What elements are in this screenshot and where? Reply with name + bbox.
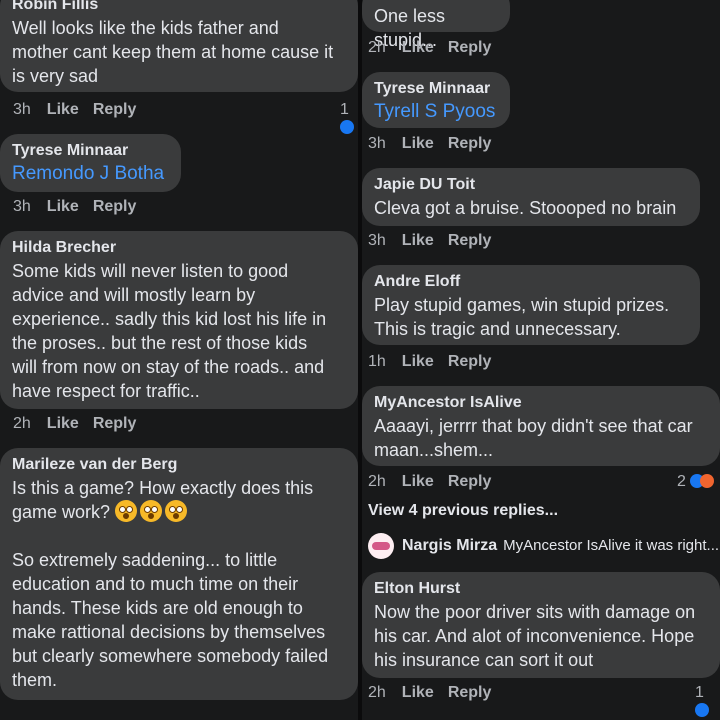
comment-text: Cleva got a bruise. Stoooped no brain bbox=[374, 198, 677, 218]
like-button[interactable]: Like bbox=[47, 198, 79, 215]
comment-text: Some kids will never listen to good advi… bbox=[12, 261, 327, 401]
comment-author[interactable]: Hilda Brecher bbox=[12, 237, 346, 259]
comment-actions: 3h Like Reply bbox=[368, 232, 505, 250]
comment-time[interactable]: 3h bbox=[13, 198, 31, 215]
comment-time[interactable]: 2h bbox=[368, 473, 386, 490]
comment-actions: 3h Like Reply bbox=[13, 101, 150, 119]
reaction-count-value: 2 bbox=[677, 473, 686, 490]
reply-button[interactable]: Reply bbox=[93, 198, 137, 215]
comment-actions: 3h Like Reply bbox=[13, 198, 150, 216]
comment-bubble: Tyrese Minnaar Remondo J Botha bbox=[0, 134, 181, 192]
comment-text: Aaaayi, jerrrr that boy didn't see that … bbox=[374, 416, 693, 460]
reply-button[interactable]: Reply bbox=[93, 415, 137, 432]
like-button[interactable]: Like bbox=[402, 232, 434, 249]
like-reaction-icon bbox=[340, 120, 354, 134]
reply-button[interactable]: Reply bbox=[448, 684, 492, 701]
comment-bubble: MyAncestor IsAlive Aaaayi, jerrrr that b… bbox=[362, 386, 720, 466]
reply-button[interactable]: Reply bbox=[448, 473, 492, 490]
view-previous-replies-link[interactable]: View 4 previous replies... bbox=[368, 502, 558, 520]
like-button[interactable]: Like bbox=[47, 101, 79, 118]
comment-text: So extremely saddening... to little educ… bbox=[12, 550, 329, 690]
comment-time[interactable]: 3h bbox=[368, 135, 386, 152]
comment-author[interactable]: Elton Hurst bbox=[374, 578, 708, 600]
comment-bubble: Elton Hurst Now the poor driver sits wit… bbox=[362, 572, 720, 678]
comment-author[interactable]: Andre Eloff bbox=[374, 271, 688, 293]
comment-actions: 2h Like Reply bbox=[368, 39, 505, 57]
flushed-face-emoji-icon bbox=[165, 500, 188, 522]
like-button[interactable]: Like bbox=[47, 415, 79, 432]
mention-link[interactable]: Tyrell S Pyoos bbox=[374, 100, 498, 124]
reaction-count[interactable]: 1 bbox=[695, 684, 720, 720]
reply-button[interactable]: Reply bbox=[448, 353, 492, 370]
comment-bubble: Marileze van der Berg Is this a game? Ho… bbox=[0, 448, 358, 700]
reply-button[interactable]: Reply bbox=[448, 39, 492, 56]
comment-time[interactable]: 2h bbox=[368, 39, 386, 56]
comment-author[interactable]: MyAncestor IsAlive bbox=[374, 392, 708, 414]
right-comment-column: One less stupid... 2h Like Reply Tyrese Mi… bbox=[362, 0, 720, 720]
mention-link[interactable]: Remondo J Botha bbox=[12, 162, 169, 186]
comment-text: game work? bbox=[12, 500, 346, 524]
comment-time[interactable]: 3h bbox=[368, 232, 386, 249]
comment-actions: 2h Like Reply bbox=[368, 473, 505, 491]
reply-button[interactable]: Reply bbox=[448, 135, 492, 152]
comment-actions: 3h Like Reply bbox=[368, 135, 505, 153]
comment-text: Play stupid games, win stupid prizes. Th… bbox=[374, 295, 670, 339]
comment-author[interactable]: Robin Fillis bbox=[12, 0, 346, 16]
comment-text: Is this a game? How exactly does this bbox=[12, 478, 314, 498]
comment-bubble: Andre Eloff Play stupid games, win stupi… bbox=[362, 265, 700, 345]
comment-time[interactable]: 2h bbox=[13, 415, 31, 432]
left-comment-column: Robin Fillis Well looks like the kids fa… bbox=[0, 0, 358, 720]
comment-time[interactable]: 1h bbox=[368, 353, 386, 370]
comment-text-part: game work? bbox=[12, 502, 111, 522]
comment-author[interactable]: Japie DU Toit bbox=[374, 174, 688, 196]
reply-preview-text: MyAncestor IsAlive it was right... bbox=[503, 536, 720, 554]
comment-text-spacer bbox=[12, 524, 346, 548]
like-reaction-icon bbox=[695, 703, 709, 717]
comment-actions: 1h Like Reply bbox=[368, 353, 505, 371]
comment-bubble: Robin Fillis Well looks like the kids fa… bbox=[0, 0, 358, 92]
flushed-face-emoji-icon bbox=[140, 500, 163, 522]
comment-text: Well looks like the kids father and moth… bbox=[12, 18, 334, 86]
comment-bubble: Hilda Brecher Some kids will never liste… bbox=[0, 231, 358, 409]
comment-actions: 2h Like Reply bbox=[368, 684, 505, 702]
like-button[interactable]: Like bbox=[402, 353, 434, 370]
comment-bubble: Tyrese Minnaar Tyrell S Pyoos bbox=[362, 72, 510, 128]
comment-actions: 2h Like Reply bbox=[13, 415, 150, 433]
reply-button[interactable]: Reply bbox=[448, 232, 492, 249]
avatar[interactable] bbox=[368, 533, 394, 559]
reaction-count-value: 1 bbox=[340, 101, 349, 118]
comment-bubble: Japie DU Toit Cleva got a bruise. Stooop… bbox=[362, 168, 700, 226]
reaction-count[interactable]: 1 bbox=[340, 101, 358, 137]
comment-author[interactable]: Tyrese Minnaar bbox=[12, 140, 169, 162]
comment-text: Now the poor driver sits with damage on … bbox=[374, 602, 696, 670]
comment-time[interactable]: 2h bbox=[368, 684, 386, 701]
like-button[interactable]: Like bbox=[402, 684, 434, 701]
like-button[interactable]: Like bbox=[402, 135, 434, 152]
like-button[interactable]: Like bbox=[402, 39, 434, 56]
reaction-count-value: 1 bbox=[695, 684, 704, 701]
like-button[interactable]: Like bbox=[402, 473, 434, 490]
reply-button[interactable]: Reply bbox=[93, 101, 137, 118]
comment-time[interactable]: 3h bbox=[13, 101, 31, 118]
reply-preview[interactable]: Nargis Mirza MyAncestor IsAlive it was ri… bbox=[368, 533, 719, 559]
comment-bubble: One less stupid... bbox=[362, 0, 510, 50]
reply-author[interactable]: Nargis Mirza bbox=[402, 537, 497, 554]
flushed-face-emoji-icon bbox=[115, 500, 138, 522]
comment-author[interactable]: Marileze van der Berg bbox=[12, 454, 346, 476]
reaction-count[interactable]: 2 bbox=[677, 473, 715, 491]
angry-reaction-icon bbox=[700, 474, 715, 488]
comment-author[interactable]: Tyrese Minnaar bbox=[374, 78, 498, 100]
